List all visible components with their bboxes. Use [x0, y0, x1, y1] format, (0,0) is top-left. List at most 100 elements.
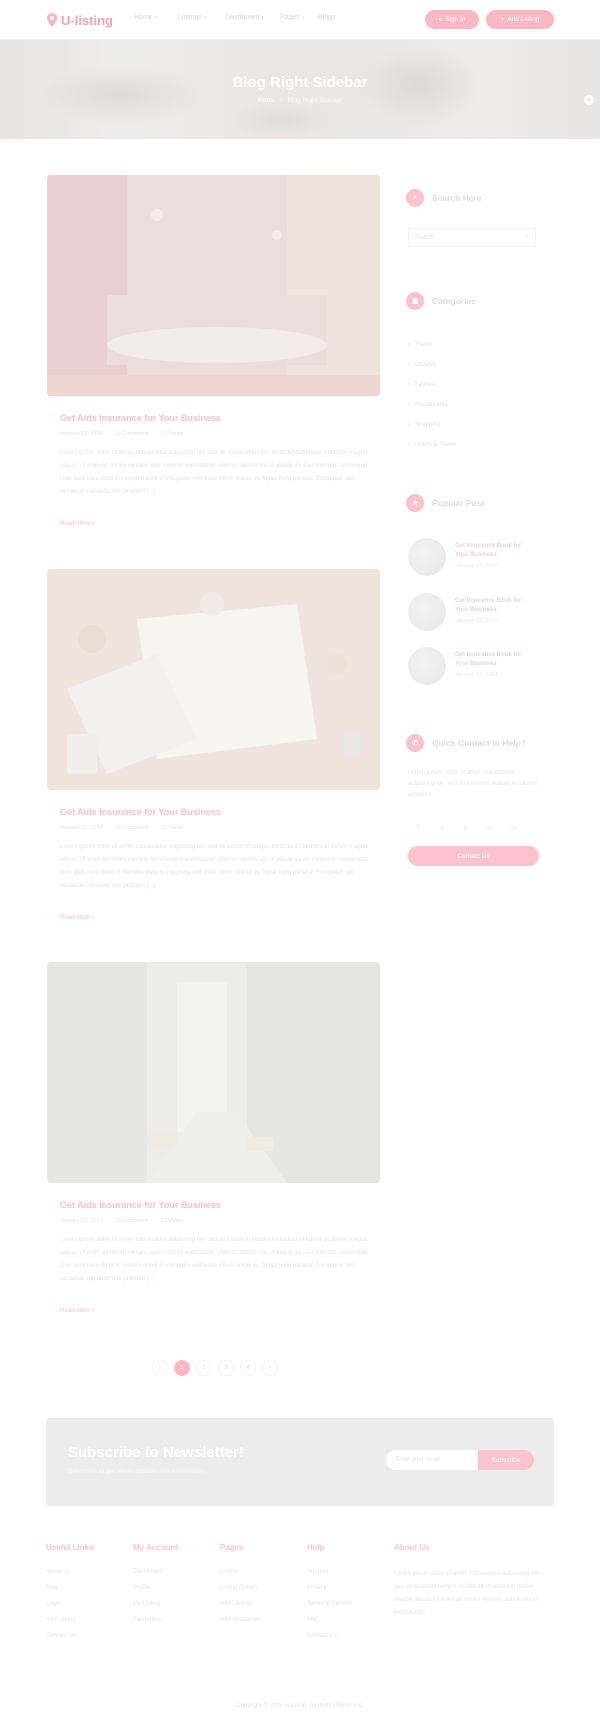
footer-link[interactable]: Dashboard: [133, 1568, 178, 1576]
search-icon[interactable]: ⌕: [526, 234, 529, 241]
site-header: U-listing Home ▾ Listings ▾ Dashboard ▾ Pag…: [0, 0, 600, 40]
newsletter-email-input[interactable]: Enter your email: [386, 1450, 478, 1470]
footer-link[interactable]: Listing: [220, 1568, 262, 1576]
twitter-icon[interactable]: t: [436, 822, 448, 834]
popular-post-thumbnail: [408, 647, 446, 685]
read-more-link[interactable]: Read More »: [60, 915, 95, 921]
close-icon[interactable]: ×: [584, 95, 594, 105]
chevron-right-icon: ›: [408, 422, 410, 428]
category-list: › Travel › Lifestyle › Fashion › Restaurants…: [408, 335, 456, 455]
post-views: 22 Views: [160, 431, 183, 437]
footer-link[interactable]: Add Listings: [220, 1600, 262, 1608]
chevron-down-icon: ▾: [154, 14, 158, 21]
street-photo: [47, 962, 380, 1183]
add-listing-button[interactable]: + Add Listing: [486, 10, 554, 29]
footer-link[interactable]: Profile: [133, 1584, 178, 1592]
footer-link[interactable]: Support: [307, 1568, 352, 1576]
chevron-right-icon: ›: [408, 382, 410, 388]
restaurant-photo: [47, 175, 380, 396]
footer-column-title: My Account: [133, 1543, 179, 1552]
post-excerpt: Lorem ipsum dolor sit amet, consectetur …: [60, 844, 369, 889]
post-image[interactable]: [47, 962, 380, 1183]
logo[interactable]: U-listing: [46, 11, 113, 29]
pagination: ‹ 1 2 3 4 ›: [152, 1360, 278, 1376]
facebook-icon[interactable]: f: [412, 822, 424, 834]
signin-button[interactable]: ● Sign In: [425, 10, 479, 29]
footer-link[interactable]: Favourites: [133, 1616, 178, 1624]
category-item[interactable]: › Restaurants: [408, 395, 456, 415]
post-comments: 10 Comments: [114, 431, 149, 437]
footer-link[interactable]: Contact Us: [307, 1632, 352, 1640]
contact-us-button[interactable]: Contact Us: [408, 846, 539, 866]
nav-item-dashboard[interactable]: Dashboard ▾: [225, 14, 280, 21]
newsletter-subtitle: Subscribe to get latest updates and info…: [68, 1468, 206, 1475]
footer-link[interactable]: Login: [46, 1600, 94, 1608]
phone-icon: ✆: [406, 734, 424, 752]
post-image[interactable]: [47, 569, 380, 790]
category-item[interactable]: › Shopping: [408, 415, 456, 435]
footer-link[interactable]: Add Restaurant: [220, 1616, 262, 1624]
categories-widget-title: ▣ Categories: [406, 292, 476, 310]
breadcrumb-separator-icon: ›: [280, 97, 283, 104]
linkedin-icon[interactable]: in: [484, 822, 496, 834]
breadcrumb-home[interactable]: Home: [258, 97, 275, 104]
nav-item-listings[interactable]: Listings ▾: [178, 14, 225, 21]
popular-post-item[interactable]: Get Insurance Book for Your Business Jan…: [408, 593, 538, 633]
read-more-link[interactable]: Read More »: [60, 521, 95, 527]
popular-post-item[interactable]: Get Insurance Book for Your Business Jan…: [408, 538, 538, 578]
category-item[interactable]: › Fashion: [408, 375, 456, 395]
page-button[interactable]: 4: [240, 1360, 256, 1376]
footer-column-title: Pages: [220, 1543, 244, 1552]
footer-link[interactable]: Blog: [46, 1584, 94, 1592]
footer-column: Useful Links About Us Blog Login Add Lis…: [46, 1543, 94, 1648]
category-item[interactable]: › Lifestyle: [408, 355, 456, 375]
footer-link[interactable]: FAQ: [307, 1616, 352, 1624]
footer-link[interactable]: Listing Details: [220, 1584, 262, 1592]
page-button[interactable]: 1: [174, 1360, 190, 1376]
footer-link[interactable]: Privacy: [307, 1584, 352, 1592]
footer-link[interactable]: Terms of Service: [307, 1600, 352, 1608]
popular-post-title: Get Insurance Book for Your Business: [455, 598, 522, 613]
post-image[interactable]: [47, 175, 380, 396]
instagram-icon[interactable]: ◎: [508, 822, 520, 834]
page-button[interactable]: 3: [218, 1360, 234, 1376]
search-input[interactable]: Search... ⌕: [408, 228, 536, 247]
footer-column-title: Help: [307, 1543, 325, 1552]
post-date: January 12, 2024: [60, 431, 103, 437]
popular-post-title: Get Insurance Book for Your Business: [455, 652, 522, 667]
read-more-link[interactable]: Read More »: [60, 1308, 95, 1314]
popular-widget-title: ★ Popular Post: [406, 494, 484, 512]
nav-item-pages[interactable]: Pages ▾: [280, 14, 318, 21]
post-title[interactable]: Get Aids Insurance for Your Business: [60, 807, 221, 817]
footer-link[interactable]: My Listing: [133, 1600, 178, 1608]
post-title[interactable]: Get Aids Insurance for Your Business: [60, 413, 221, 423]
post-excerpt: Lorem ipsum dolor sit amet, consectetur …: [60, 1237, 369, 1282]
footer-column-title: About Us: [394, 1543, 430, 1552]
nav-item-home[interactable]: Home ▾: [134, 14, 178, 21]
next-page-icon[interactable]: ›: [262, 1360, 278, 1376]
chevron-right-icon: ›: [408, 362, 410, 368]
subscribe-button[interactable]: Subscribe: [478, 1450, 534, 1470]
nav-item-blogs[interactable]: Blogs: [318, 14, 348, 21]
category-item[interactable]: › Travel: [408, 335, 456, 355]
post-meta: January 12, 2024 10 Comments 22 Views: [60, 825, 183, 831]
post-title[interactable]: Get Aids Insurance for Your Business: [60, 1200, 221, 1210]
prev-page-icon[interactable]: ‹: [152, 1360, 168, 1376]
footer-link[interactable]: Add Listing: [46, 1616, 94, 1624]
search-widget-title: ⌕ Search Here: [406, 189, 482, 207]
page-button[interactable]: 2: [196, 1360, 212, 1376]
footer-link[interactable]: About Us: [46, 1568, 94, 1576]
post-meta: January 12, 2024 10 Comments 22 Views: [60, 431, 183, 437]
post-comments: 10 Comments: [114, 1218, 149, 1224]
footer-column: Pages Listing Listing Details Add Listin…: [220, 1543, 262, 1632]
desk-photo: [47, 569, 380, 790]
social-links: f t p in ◎: [412, 822, 520, 834]
pinterest-icon[interactable]: p: [460, 822, 472, 834]
plus-icon: +: [500, 16, 505, 23]
popular-post-date: January 12, 2024: [455, 672, 498, 678]
popular-post-item[interactable]: Get Insurance Book for Your Business Jan…: [408, 647, 538, 687]
chevron-right-icon: ›: [408, 402, 410, 408]
footer-link[interactable]: Contact Us: [46, 1632, 94, 1640]
footer-about-text: Lorem ipsum dolor sit amet, consectetur …: [394, 1571, 541, 1616]
category-item[interactable]: › Hotels & Travel: [408, 435, 456, 455]
